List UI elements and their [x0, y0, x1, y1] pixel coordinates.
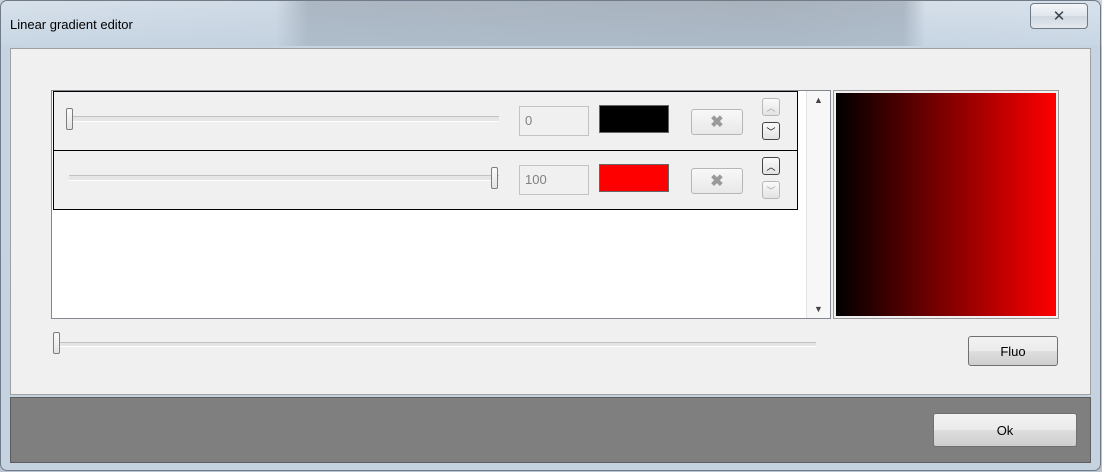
move-down-button[interactable]: ﹀	[762, 122, 780, 140]
chevron-down-icon: ﹀	[766, 126, 776, 137]
stop-position-field[interactable]: 0	[519, 106, 589, 136]
stop-color-swatch[interactable]	[599, 164, 669, 192]
gradient-stop-row: 100 ✖ ︿ ﹀	[53, 150, 798, 210]
gradient-preview	[833, 90, 1059, 319]
stop-position-slider-track[interactable]	[69, 175, 499, 181]
stop-position-field[interactable]: 100	[519, 165, 589, 195]
editor-panel: 0 ✖ ︿ ﹀ 100 ✖ ︿ ﹀ ▲ ▼ Fluo	[10, 48, 1091, 395]
ok-button[interactable]: Ok	[933, 413, 1077, 447]
list-scrollbar[interactable]: ▲ ▼	[806, 91, 830, 318]
close-icon: ✕	[1052, 8, 1066, 25]
stop-position-slider-thumb[interactable]	[491, 167, 498, 189]
delete-stop-button[interactable]: ✖	[691, 109, 743, 135]
delete-icon: ✖	[710, 173, 724, 190]
fluo-button[interactable]: Fluo	[968, 336, 1058, 366]
stop-color-swatch[interactable]	[599, 105, 669, 133]
chevron-down-icon: ﹀	[766, 185, 776, 196]
stop-position-slider-thumb[interactable]	[66, 108, 73, 130]
move-up-button[interactable]: ︿	[762, 98, 780, 116]
window-title: Linear gradient editor	[10, 17, 133, 32]
scroll-up-icon[interactable]: ▲	[807, 91, 830, 109]
dialog-footer: Ok	[10, 397, 1091, 463]
stop-position-slider-track[interactable]	[69, 116, 499, 122]
dialog-window: Linear gradient editor ✕ 0 ✖ ︿ ﹀ 100 ✖ ︿…	[0, 0, 1101, 471]
bottom-slider-thumb[interactable]	[53, 332, 60, 354]
delete-stop-button[interactable]: ✖	[691, 168, 743, 194]
close-button[interactable]: ✕	[1030, 3, 1088, 29]
delete-icon: ✖	[710, 114, 724, 131]
gradient-stop-list[interactable]: 0 ✖ ︿ ﹀ 100 ✖ ︿ ﹀ ▲ ▼	[51, 90, 831, 319]
scroll-down-icon[interactable]: ▼	[807, 300, 830, 318]
move-down-button[interactable]: ﹀	[762, 181, 780, 199]
move-up-button[interactable]: ︿	[762, 157, 780, 175]
chevron-up-icon: ︿	[766, 161, 776, 172]
gradient-stop-row: 0 ✖ ︿ ﹀	[53, 91, 798, 151]
chevron-up-icon: ︿	[766, 102, 776, 113]
bottom-slider-track[interactable]	[56, 342, 816, 347]
gradient-preview-fill	[836, 93, 1056, 316]
